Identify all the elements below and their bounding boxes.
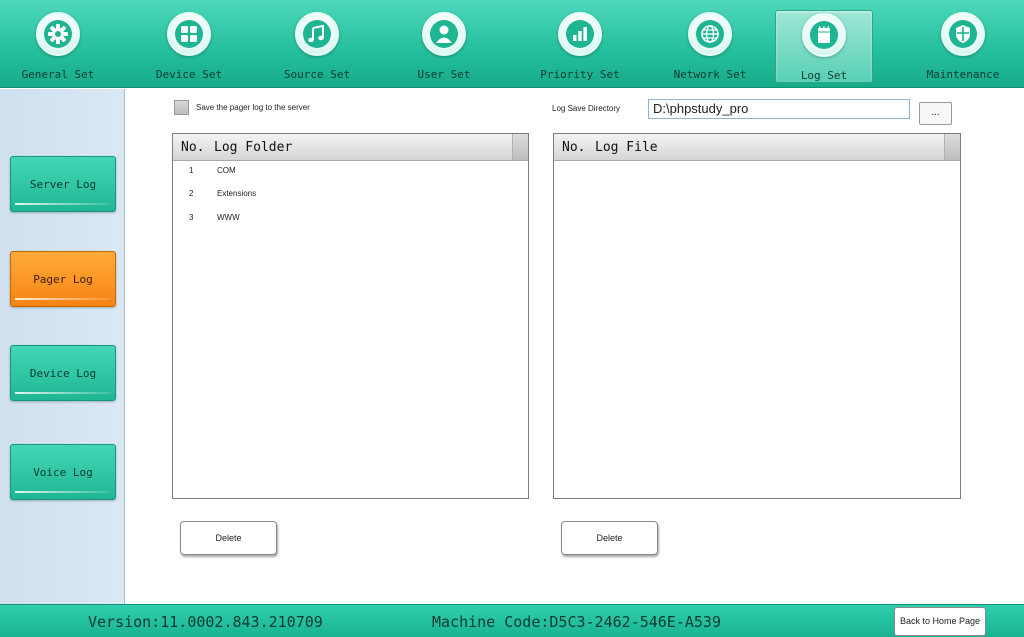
- tab-label: Network Set: [673, 68, 747, 81]
- gear-icon: [36, 12, 80, 56]
- browse-button[interactable]: ...: [919, 102, 952, 125]
- log-folder-table[interactable]: No. Log Folder 1 COM 2 Extensions 3 WWW: [172, 133, 529, 499]
- sidebar: Server Log Pager Log Device Log Voice Lo…: [0, 89, 125, 604]
- main-content: Save the pager log to the server Log Sav…: [126, 89, 1024, 604]
- row-number: 3: [189, 213, 194, 222]
- tab-label: Priority Set: [540, 68, 620, 81]
- folder-name: COM: [217, 166, 236, 175]
- tab-user-set[interactable]: User Set: [396, 6, 492, 86]
- button-glow-decoration: [15, 491, 111, 493]
- shield-icon: [941, 12, 985, 56]
- bar-chart-icon: [558, 12, 602, 56]
- tab-label: User Set: [417, 68, 471, 81]
- tab-label: Device Set: [155, 68, 223, 81]
- sidebar-item-label: Pager Log: [33, 272, 93, 286]
- top-navigation-bar: General Set Device Set Source Set User S…: [0, 0, 1024, 88]
- sidebar-item-label: Device Log: [29, 366, 97, 380]
- button-glow-decoration: [15, 392, 111, 394]
- header-end-cap: [512, 134, 528, 160]
- sidebar-item-label: Voice Log: [33, 465, 93, 479]
- delete-folder-button[interactable]: Delete: [180, 521, 277, 555]
- tab-maintenance[interactable]: Maintenance: [908, 6, 1018, 86]
- tab-network-set[interactable]: Network Set: [662, 6, 758, 86]
- column-header-no: No.: [181, 140, 205, 155]
- log-directory-field[interactable]: D:\phpstudy_pro: [648, 99, 910, 119]
- table-row[interactable]: 1 COM: [173, 162, 528, 182]
- sidebar-item-pager-log[interactable]: Pager Log: [10, 251, 116, 307]
- user-icon: [422, 12, 466, 56]
- column-header-log-file: Log File: [595, 140, 658, 155]
- globe-icon: [688, 12, 732, 56]
- row-number: 2: [189, 189, 194, 198]
- table-row[interactable]: 2 Extensions: [173, 185, 528, 205]
- button-glow-decoration: [15, 203, 111, 205]
- sidebar-item-device-log[interactable]: Device Log: [10, 345, 116, 401]
- column-header-no: No.: [562, 140, 586, 155]
- tab-device-set[interactable]: Device Set: [141, 6, 237, 86]
- tab-log-set[interactable]: Log Set: [775, 10, 873, 83]
- delete-file-button[interactable]: Delete: [561, 521, 658, 555]
- sidebar-item-server-log[interactable]: Server Log: [10, 156, 116, 212]
- tab-label: Log Set: [800, 69, 848, 82]
- save-log-checkbox-label: Save the pager log to the server: [196, 103, 310, 112]
- folder-name: Extensions: [217, 189, 257, 198]
- row-number: 1: [189, 166, 194, 175]
- music-note-icon: [295, 12, 339, 56]
- grid-icon: [167, 12, 211, 56]
- tab-priority-set[interactable]: Priority Set: [532, 6, 628, 86]
- log-directory-label: Log Save Directory: [552, 104, 621, 113]
- tab-source-set[interactable]: Source Set: [269, 6, 365, 86]
- button-glow-decoration: [15, 298, 111, 300]
- notepad-icon: [802, 13, 846, 57]
- tab-label: General Set: [21, 68, 95, 81]
- tab-general-set[interactable]: General Set: [10, 6, 106, 86]
- table-header: No. Log File: [554, 134, 960, 161]
- tab-label: Source Set: [283, 68, 351, 81]
- status-footer: Version:11.0002.843.210709 Machine Code:…: [0, 604, 1024, 637]
- version-text: Version:11.0002.843.210709: [88, 613, 323, 631]
- header-end-cap: [944, 134, 960, 160]
- table-row[interactable]: 3 WWW: [173, 209, 528, 229]
- column-header-log-folder: Log Folder: [214, 140, 293, 155]
- machine-code-text: Machine Code:D5C3-2462-546E-A539: [432, 613, 721, 631]
- table-header: No. Log Folder: [173, 134, 528, 161]
- sidebar-item-voice-log[interactable]: Voice Log: [10, 444, 116, 500]
- folder-name: WWW: [217, 213, 240, 222]
- save-log-checkbox[interactable]: [174, 100, 189, 115]
- back-to-home-button[interactable]: Back to Home Page: [894, 607, 986, 636]
- sidebar-item-label: Server Log: [29, 177, 97, 191]
- tab-label: Maintenance: [926, 68, 1000, 81]
- log-file-table[interactable]: No. Log File: [553, 133, 961, 499]
